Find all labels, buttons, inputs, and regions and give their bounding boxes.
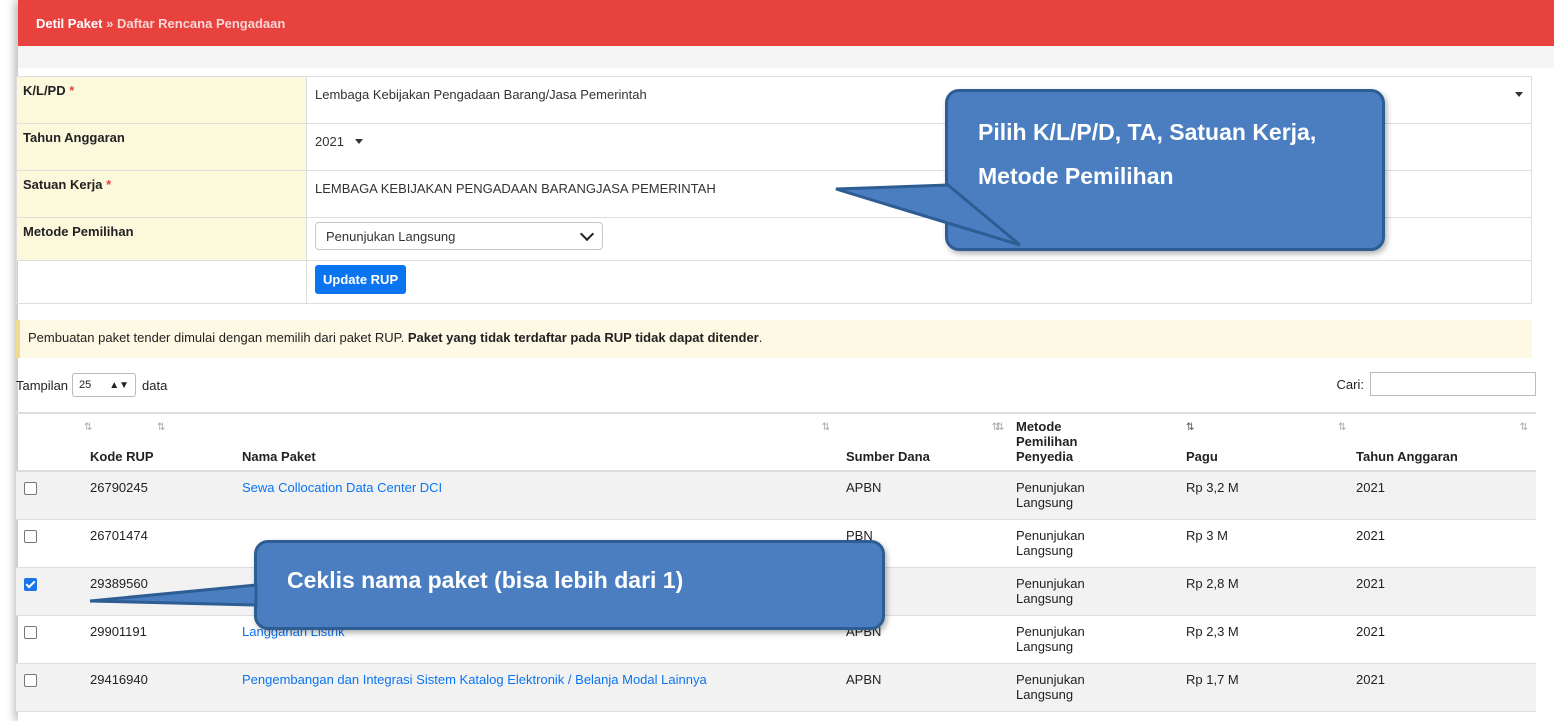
callout-tail-2 — [89, 583, 258, 607]
callout-tails — [89, 183, 1021, 607]
callout-tail-1 — [835, 183, 1021, 247]
